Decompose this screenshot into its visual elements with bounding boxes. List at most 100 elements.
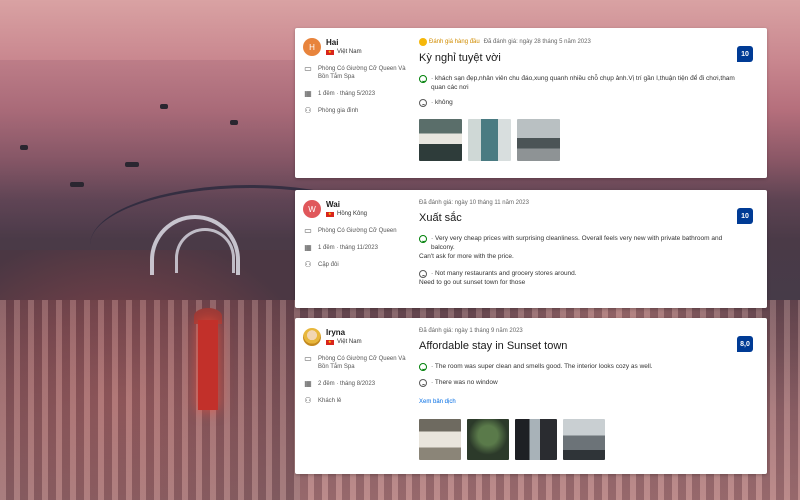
- clock-tower: [198, 320, 218, 410]
- positive-comment: · The room was super clean and smells go…: [419, 362, 739, 371]
- positive-comment: · khách sạn đẹp,nhân viên chu đáo,xung q…: [419, 74, 739, 92]
- medal-icon: [419, 38, 427, 46]
- flag-icon: [326, 338, 334, 346]
- negative-text-line: · Not many restaurants and grocery store…: [431, 270, 577, 277]
- negative-text: · Not many restaurants and grocery store…: [419, 269, 577, 287]
- traveler-type: ⚇ Khách lẻ: [303, 397, 408, 405]
- traveler-text: Phòng gia đình: [318, 108, 359, 114]
- reviewer-info: Iryna Việt Nam ▭ Phòng Có Giường Cỡ Quee…: [303, 328, 408, 405]
- review-photos: [419, 419, 739, 460]
- flag-icon: [326, 210, 334, 218]
- room-type-text: Phòng Có Giường Cỡ Queen: [318, 228, 397, 234]
- positive-text: · khách sạn đẹp,nhân viên chu đáo,xung q…: [431, 75, 735, 91]
- stay-info: ▦ 2 đêm · tháng 8/2023: [303, 380, 408, 388]
- smile-icon: [419, 363, 427, 371]
- people-icon: ⚇: [304, 260, 312, 269]
- room-type: ▭ Phòng Có Giường Cỡ Queen Và Bồn Tắm Sp…: [303, 65, 408, 81]
- review-content: Đánh giá hàng đầu Đã đánh giá: ngày 28 t…: [419, 38, 739, 161]
- avatar: [303, 328, 321, 346]
- frown-icon: [419, 270, 427, 278]
- review-date-bar: Đã đánh giá: ngày 10 tháng 11 năm 2023: [419, 200, 739, 206]
- reviewer-name: Wai: [326, 200, 340, 209]
- review-photo[interactable]: [419, 119, 462, 161]
- positive-text: · Very very cheap prices with surprising…: [419, 234, 739, 261]
- bed-icon: ▭: [304, 354, 312, 363]
- reviewer: H Hai Việt Nam: [303, 38, 408, 56]
- positive-comment: · Very very cheap prices with surprising…: [419, 234, 739, 261]
- stay-text: 1 đêm · tháng 5/2023: [318, 91, 376, 97]
- negative-comment: · Not many restaurants and grocery store…: [419, 269, 739, 287]
- negative-comment: · There was no window: [419, 378, 739, 387]
- positive-text: · The room was super clean and smells go…: [431, 363, 653, 370]
- country-name: Việt Nam: [337, 49, 362, 55]
- negative-text: · không: [431, 99, 453, 106]
- boat: [70, 182, 84, 187]
- traveler-type: ⚇ Phòng gia đình: [303, 107, 408, 115]
- bed-icon: ▭: [304, 64, 312, 73]
- translate-link[interactable]: Xem bản dịch: [419, 399, 739, 405]
- positive-text-line: Can't ask for more with the price.: [419, 253, 514, 260]
- stay-text: 2 đêm · tháng 8/2023: [318, 381, 376, 387]
- review-photo[interactable]: [419, 419, 461, 460]
- smile-icon: [419, 235, 427, 243]
- boat: [160, 104, 168, 109]
- traveler-type: ⚇ Cặp đôi: [303, 261, 408, 269]
- review-title: Xuất sắc: [419, 212, 462, 224]
- review-date: Đã đánh giá: ngày 10 tháng 11 năm 2023: [419, 200, 529, 206]
- traveler-text: Cặp đôi: [318, 262, 339, 268]
- reviewer-country: Hồng Kông: [326, 210, 368, 218]
- calendar-icon: ▦: [304, 89, 312, 98]
- top-review-label: Đánh giá hàng đầu: [429, 39, 480, 45]
- review-title: Affordable stay in Sunset town: [419, 340, 568, 352]
- reviewer-info: H Hai Việt Nam ▭ Phòng Có Giường Cỡ Quee…: [303, 38, 408, 115]
- calendar-icon: ▦: [304, 243, 312, 252]
- reviewer-name: Iryna: [326, 328, 346, 337]
- review-card: W Wai Hồng Kông ▭ Phòng Có Giường Cỡ Que…: [295, 190, 767, 308]
- avatar: H: [303, 38, 321, 56]
- avatar: W: [303, 200, 321, 218]
- room-type-text: Phòng Có Giường Cỡ Queen Và Bồn Tắm Spa: [318, 66, 406, 80]
- flag-icon: [326, 48, 334, 56]
- review-card: H Hai Việt Nam ▭ Phòng Có Giường Cỡ Quee…: [295, 28, 767, 178]
- review-date: Đã đánh giá: ngày 28 tháng 5 năm 2023: [483, 39, 591, 45]
- calendar-icon: ▦: [304, 379, 312, 388]
- stay-text: 1 đêm · tháng 11/2023: [318, 245, 378, 251]
- review-score: 8,0: [737, 336, 753, 352]
- review-date-bar: Đánh giá hàng đầu Đã đánh giá: ngày 28 t…: [419, 38, 739, 46]
- frown-icon: [419, 99, 427, 107]
- review-photo[interactable]: [517, 119, 560, 161]
- review-card: Iryna Việt Nam ▭ Phòng Có Giường Cỡ Quee…: [295, 318, 767, 474]
- review-score: 10: [737, 208, 753, 224]
- reviewer-country: Việt Nam: [326, 338, 362, 346]
- room-type-text: Phòng Có Giường Cỡ Queen Và Bồn Tắm Spa: [318, 356, 406, 370]
- room-type: ▭ Phòng Có Giường Cỡ Queen: [303, 227, 408, 235]
- people-icon: ⚇: [304, 106, 312, 115]
- negative-text-line: Need to go out sunset town for those: [419, 279, 526, 286]
- review-photos: [419, 119, 739, 161]
- review-photo[interactable]: [467, 419, 509, 460]
- stay-info: ▦ 1 đêm · tháng 11/2023: [303, 244, 408, 252]
- boat: [125, 162, 139, 167]
- review-date: Đã đánh giá: ngày 1 tháng 9 năm 2023: [419, 328, 523, 334]
- reviewer-name: Hai: [326, 38, 339, 47]
- review-photo[interactable]: [515, 419, 557, 460]
- review-title: Kỳ nghỉ tuyệt vời: [419, 52, 501, 64]
- traveler-text: Khách lẻ: [318, 398, 342, 404]
- people-icon: ⚇: [304, 396, 312, 405]
- positive-text-line: · Very very cheap prices with surprising…: [431, 235, 723, 251]
- review-score: 10: [737, 46, 753, 62]
- reviewer: W Wai Hồng Kông: [303, 200, 408, 218]
- review-content: Đã đánh giá: ngày 1 tháng 9 năm 2023 Aff…: [419, 328, 739, 460]
- review-photo[interactable]: [563, 419, 605, 460]
- country-name: Việt Nam: [337, 339, 362, 345]
- frown-icon: [419, 379, 427, 387]
- review-photo[interactable]: [468, 119, 511, 161]
- country-name: Hồng Kông: [337, 211, 368, 217]
- boat: [230, 120, 238, 125]
- review-content: Đã đánh giá: ngày 10 tháng 11 năm 2023 X…: [419, 200, 739, 287]
- negative-text: · There was no window: [431, 379, 498, 386]
- bed-icon: ▭: [304, 226, 312, 235]
- stay-info: ▦ 1 đêm · tháng 5/2023: [303, 90, 408, 98]
- review-date-bar: Đã đánh giá: ngày 1 tháng 9 năm 2023: [419, 328, 739, 334]
- reviewer-country: Việt Nam: [326, 48, 362, 56]
